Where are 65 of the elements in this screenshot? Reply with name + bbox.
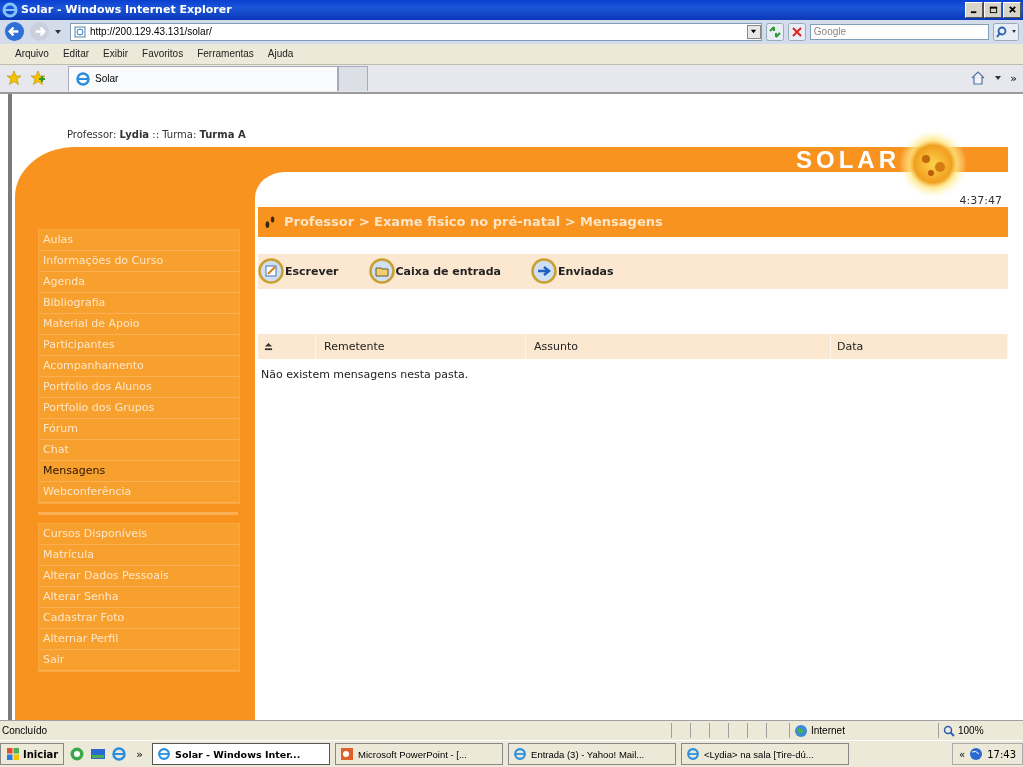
empty-message: Não existem mensagens nesta pasta. (260, 366, 470, 381)
close-icon (1007, 5, 1017, 15)
sidebar-item[interactable]: Mensagens (39, 460, 239, 482)
back-button[interactable] (4, 21, 25, 43)
toolbar-action[interactable]: Caixa de entrada (368, 258, 501, 284)
browser-icon (686, 747, 701, 762)
user-info: Professor: Lydia :: Turma: Turma A (66, 127, 247, 142)
caret-icon (750, 28, 758, 36)
favorites-star-icon[interactable] (6, 70, 22, 87)
minimize-button[interactable] (965, 1, 983, 18)
breadcrumb-text: Professor > Exame fisico no pré-natal > Mensagens (284, 214, 663, 229)
globe-icon (794, 723, 808, 738)
menu-item[interactable]: Ajuda (262, 48, 299, 60)
table-header-cell[interactable]: Assunto (526, 333, 831, 359)
table-header-cell[interactable]: Data (831, 333, 1008, 359)
browser-icon (513, 747, 528, 762)
menu-item[interactable]: Ferramentas (192, 48, 259, 60)
stop-button[interactable] (787, 22, 806, 41)
presentation-icon (340, 747, 355, 762)
network-globe-icon[interactable] (969, 747, 984, 762)
zoom-control[interactable]: 100% (938, 723, 1023, 739)
taskbar-button[interactable]: Entrada (3) - Yahoo! Mail... (508, 743, 677, 766)
taskbar-button[interactable]: Solar - Windows Inter... (152, 743, 331, 766)
home-icon[interactable] (970, 70, 987, 87)
logo-text: SOLAR (796, 146, 900, 172)
close-button[interactable] (1003, 1, 1021, 18)
more-tools-button[interactable]: » (1010, 71, 1017, 85)
add-favorite-icon[interactable] (30, 70, 46, 87)
windows-flag-icon (6, 747, 20, 762)
menu-item[interactable]: Arquivo (10, 48, 54, 60)
compose-icon (258, 258, 284, 284)
address-field[interactable]: http://200.129.43.131/solar/ (70, 22, 762, 41)
footprints-icon (264, 213, 276, 230)
dropdown-button[interactable] (746, 24, 761, 39)
status-text: Concluído (2, 725, 48, 737)
browser-icon[interactable] (111, 746, 128, 763)
start-button[interactable]: Iniciar (0, 743, 65, 766)
window-title: Solar - Windows Internet Explorer (21, 3, 233, 17)
toolbar-action[interactable]: Enviadas (531, 258, 614, 284)
menu-item[interactable]: Exibir (98, 48, 134, 60)
maximize-button[interactable] (984, 1, 1002, 18)
browser-tab[interactable]: Solar (68, 65, 338, 91)
more-button[interactable]: » (132, 747, 148, 761)
page-icon (74, 25, 86, 38)
folder-icon (368, 258, 395, 284)
browser-icon (157, 747, 172, 762)
clock-text: 4:37:47 (959, 193, 1003, 207)
tray-expand-button[interactable]: « (959, 748, 966, 760)
toolbar-action[interactable]: Escrever (258, 258, 339, 284)
sort-icon (264, 341, 273, 351)
browser-icon (75, 70, 91, 87)
search-field[interactable]: Google (809, 23, 989, 40)
table-header-cell[interactable]: Remetente (316, 333, 526, 359)
clock-text: 17:43 (987, 748, 1016, 760)
menu-item[interactable]: Editar (57, 48, 95, 60)
browser-icon (2, 1, 18, 18)
taskbar-button[interactable]: <Lydia> na sala [Tire-dú... (681, 743, 850, 766)
security-zone: Internet (789, 723, 934, 739)
search-button[interactable] (993, 22, 1019, 41)
taskbar-button[interactable]: Microsoft PowerPoint - [... (335, 743, 504, 766)
messenger-icon[interactable] (69, 746, 86, 763)
maximize-icon (988, 5, 998, 15)
magnifier-icon (943, 724, 955, 737)
menu-item[interactable]: Favoritos (137, 48, 189, 60)
caret-icon[interactable] (54, 27, 62, 36)
